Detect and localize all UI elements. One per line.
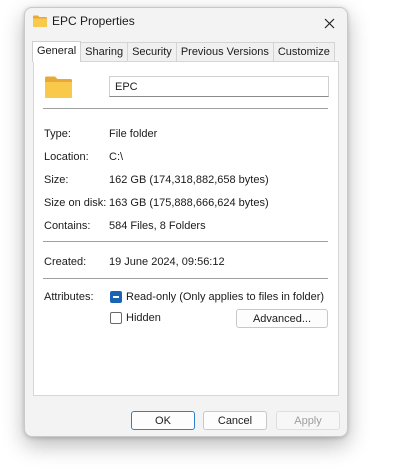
close-button[interactable]	[311, 8, 347, 38]
contains-value: 584 Files, 8 Folders	[109, 220, 206, 232]
location-label: Location:	[44, 151, 89, 163]
apply-button[interactable]: Apply	[276, 411, 340, 430]
properties-dialog: EPC Properties General Sharing Security …	[24, 7, 348, 437]
created-value: 19 June 2024, 09:56:12	[109, 256, 225, 268]
close-icon	[324, 18, 334, 28]
contains-label: Contains:	[44, 220, 91, 232]
folder-name-input[interactable]	[109, 76, 329, 97]
ok-button[interactable]: OK	[131, 411, 195, 430]
hidden-label[interactable]: Hidden	[126, 312, 161, 324]
advanced-button[interactable]: Advanced...	[236, 309, 328, 328]
divider	[43, 241, 328, 242]
tab-strip: General Sharing Security Previous Versio…	[32, 41, 335, 62]
tab-security[interactable]: Security	[127, 42, 177, 61]
tab-general[interactable]: General	[32, 41, 82, 62]
tab-customize[interactable]: Customize	[272, 42, 335, 61]
tab-sharing[interactable]: Sharing	[80, 42, 129, 61]
tab-previous-versions[interactable]: Previous Versions	[175, 42, 274, 61]
general-panel: Type: File folder Location: C:\ Size: 16…	[33, 61, 339, 396]
type-value: File folder	[109, 128, 158, 140]
location-value: C:\	[109, 151, 124, 163]
window-title: EPC Properties	[52, 14, 135, 28]
size-value: 162 GB (174,318,882,658 bytes)	[109, 174, 269, 186]
hidden-checkbox[interactable]	[110, 312, 122, 324]
cancel-button[interactable]: Cancel	[203, 411, 267, 430]
attributes-label: Attributes:	[44, 291, 94, 303]
title-bar: EPC Properties	[25, 8, 347, 38]
size-on-disk-value: 163 GB (175,888,666,624 bytes)	[109, 197, 269, 209]
type-label: Type:	[44, 128, 71, 140]
folder-icon	[45, 76, 72, 98]
folder-icon	[33, 15, 47, 27]
size-label: Size:	[44, 174, 69, 186]
created-label: Created:	[44, 256, 87, 268]
readonly-label[interactable]: Read-only (Only applies to files in fold…	[126, 291, 324, 303]
readonly-checkbox[interactable]	[110, 291, 122, 303]
size-on-disk-label: Size on disk:	[44, 197, 107, 209]
divider	[43, 108, 328, 109]
divider	[43, 278, 328, 279]
